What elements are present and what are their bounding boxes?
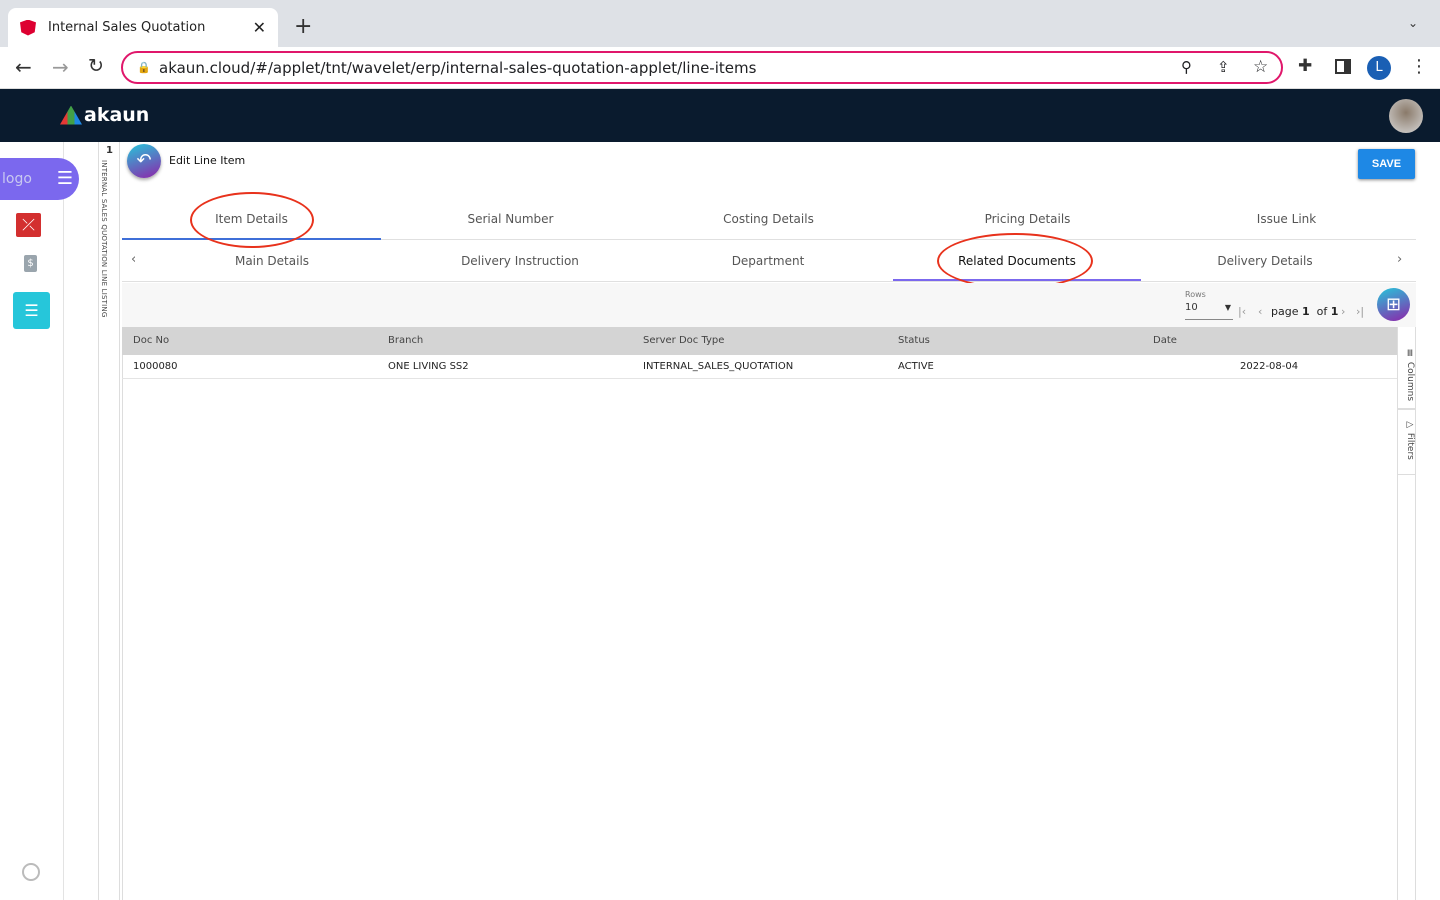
sidebar-toggle[interactable]: logo ☰ bbox=[0, 158, 79, 200]
list-icon[interactable]: ☰ bbox=[13, 292, 50, 329]
filters-panel-button[interactable]: ▷ Filters bbox=[1398, 420, 1415, 475]
prev-page-icon[interactable]: ‹ bbox=[1258, 305, 1262, 318]
rows-select[interactable]: 10 ▼ bbox=[1185, 302, 1233, 320]
invoice-icon[interactable]: $ bbox=[24, 255, 37, 272]
grid-view-button[interactable]: ⊞ bbox=[1377, 288, 1410, 321]
browser-tab[interactable]: Internal Sales Quotation ✕ bbox=[8, 8, 278, 47]
tabs-scroll-right-icon[interactable]: › bbox=[1397, 252, 1402, 267]
back-arrow-icon: ↶ bbox=[136, 150, 152, 171]
bookmark-star-icon[interactable]: ☆ bbox=[1253, 57, 1268, 77]
total-pages: 1 bbox=[1330, 305, 1339, 318]
share-icon[interactable]: ⇪ bbox=[1217, 58, 1230, 76]
forward-icon[interactable]: → bbox=[52, 55, 69, 79]
table-container bbox=[122, 327, 1397, 900]
close-tab-icon[interactable]: ✕ bbox=[253, 18, 266, 37]
tab-delivery-instruction[interactable]: Delivery Instruction bbox=[396, 242, 644, 281]
rows-value: 10 bbox=[1185, 302, 1198, 313]
save-button[interactable]: SAVE bbox=[1358, 149, 1415, 179]
filters-label: Filters bbox=[1405, 432, 1415, 460]
page-label: page bbox=[1271, 305, 1299, 318]
user-icon[interactable] bbox=[22, 863, 40, 881]
rows-label: Rows bbox=[1185, 290, 1206, 299]
angular-icon bbox=[20, 19, 36, 36]
cell-doc-no: 1000080 bbox=[133, 361, 178, 372]
akaun-logo-icon bbox=[60, 105, 82, 125]
column-header-status[interactable]: Status bbox=[898, 327, 930, 355]
tab-delivery-details[interactable]: Delivery Details bbox=[1141, 242, 1389, 281]
tabs-scroll-left-icon[interactable]: ‹ bbox=[131, 252, 136, 267]
address-bar[interactable]: 🔒 akaun.cloud/#/applet/tnt/wavelet/erp/i… bbox=[121, 51, 1283, 84]
tab-serial-number[interactable]: Serial Number bbox=[381, 200, 640, 240]
last-page-icon[interactable]: ›| bbox=[1356, 305, 1364, 318]
akaun-logo[interactable]: akaun bbox=[60, 104, 149, 126]
profile-avatar[interactable]: L bbox=[1367, 56, 1391, 80]
tab-issue-link[interactable]: Issue Link bbox=[1157, 200, 1416, 240]
divider bbox=[122, 281, 1416, 282]
page-title: Edit Line Item bbox=[169, 154, 246, 167]
table-header bbox=[122, 327, 1397, 355]
tab-main-details[interactable]: Main Details bbox=[148, 242, 396, 281]
columns-label: Columns bbox=[1405, 361, 1415, 402]
listing-label: INTERNAL SALES QUOTATION LINE LISTING bbox=[100, 160, 108, 318]
dropdown-icon: ▼ bbox=[1224, 303, 1231, 312]
cell-server-doc-type: INTERNAL_SALES_QUOTATION bbox=[643, 361, 794, 372]
menu-collapse-icon[interactable]: ☰ bbox=[57, 158, 73, 200]
tab-title: Internal Sales Quotation bbox=[48, 20, 206, 35]
tab-department[interactable]: Department bbox=[644, 242, 892, 281]
sidebar: logo ☰ ⤫ $ ☰ bbox=[0, 142, 79, 900]
cell-branch: ONE LIVING SS2 bbox=[388, 361, 469, 372]
grid-icon: ⊞ bbox=[1385, 294, 1402, 315]
url-text: akaun.cloud/#/applet/tnt/wavelet/erp/int… bbox=[159, 58, 757, 77]
menu-icon[interactable]: ⋮ bbox=[1410, 56, 1428, 77]
reload-icon[interactable]: ↻ bbox=[88, 55, 104, 77]
column-header-date[interactable]: Date bbox=[1153, 327, 1177, 355]
back-button[interactable]: ↶ bbox=[127, 144, 161, 178]
app-header: akaun bbox=[0, 89, 1440, 142]
user-avatar[interactable] bbox=[1389, 99, 1423, 133]
first-page-icon[interactable]: |‹ bbox=[1238, 305, 1246, 318]
tab-costing-details[interactable]: Costing Details bbox=[639, 200, 898, 240]
zoom-icon[interactable]: ⚲ bbox=[1181, 58, 1192, 76]
cell-date: 2022-08-04 bbox=[1240, 361, 1299, 372]
column-header-branch[interactable]: Branch bbox=[388, 327, 423, 355]
back-icon[interactable]: ← bbox=[15, 55, 32, 79]
columns-panel-button[interactable]: Ⅲ Columns bbox=[1398, 345, 1415, 410]
tab-list-chevron-icon[interactable]: ⌄ bbox=[1408, 16, 1418, 30]
pdf-applet-icon[interactable]: ⤫ bbox=[16, 213, 41, 237]
sidepanel-icon[interactable] bbox=[1335, 59, 1351, 74]
current-page: 1 bbox=[1301, 305, 1310, 318]
browser-tab-bar: Internal Sales Quotation ✕ + ⌄ bbox=[0, 0, 1440, 47]
new-tab-icon[interactable]: + bbox=[294, 14, 312, 39]
column-header-doc-no[interactable]: Doc No bbox=[133, 327, 169, 355]
extensions-icon[interactable]: ✚ bbox=[1298, 56, 1312, 76]
listing-count: 1 bbox=[106, 145, 113, 156]
annotation-circle bbox=[190, 192, 314, 248]
cell-status: ACTIVE bbox=[898, 361, 934, 372]
annotation-circle bbox=[937, 233, 1093, 289]
of-label: of bbox=[1316, 305, 1328, 318]
page-indicator: page 1 of 1 bbox=[1271, 305, 1338, 318]
logo-image: logo bbox=[2, 171, 32, 187]
brand-name: akaun bbox=[84, 104, 150, 126]
column-header-server-doc-type[interactable]: Server Doc Type bbox=[643, 327, 724, 355]
lock-icon: 🔒 bbox=[137, 61, 151, 74]
next-page-icon[interactable]: › bbox=[1341, 305, 1345, 318]
side-panel bbox=[1397, 327, 1416, 900]
columns-icon: Ⅲ bbox=[1405, 349, 1415, 359]
filter-icon: ▷ bbox=[1405, 420, 1415, 430]
